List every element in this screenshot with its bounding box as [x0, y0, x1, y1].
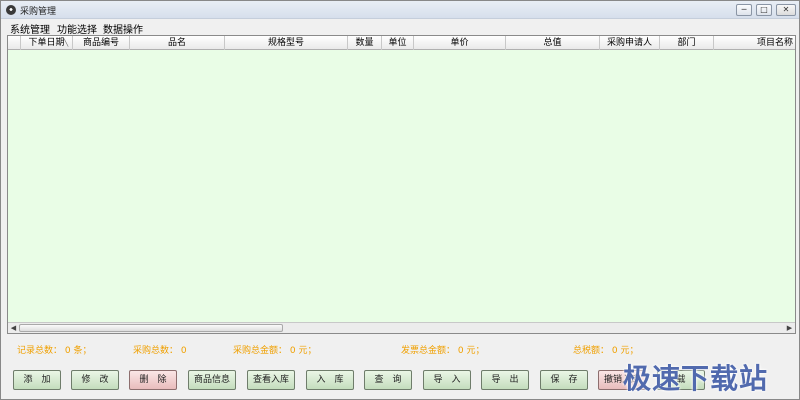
- window-title: 采购管理: [20, 7, 57, 17]
- app-window: 采购管理 ─ □ ✕ 系统管理 功能选择 数据操作 下单日期 ╲ 商品编号 品名…: [0, 0, 800, 400]
- delete-button[interactable]: 删 除: [129, 370, 177, 390]
- column-header-department[interactable]: 部门: [660, 36, 714, 50]
- purchase-total-text: 采购总数： 0: [133, 346, 187, 356]
- column-header-unit[interactable]: 单位: [382, 36, 414, 50]
- sort-indicator-icon: ╲: [64, 39, 69, 47]
- stock-in-button[interactable]: 入 库: [306, 370, 354, 390]
- import-button[interactable]: 导 入: [423, 370, 471, 390]
- record-count-text: 记录总数： 0 条；: [17, 346, 92, 356]
- query-button[interactable]: 查 询: [364, 370, 412, 390]
- edit-button[interactable]: 修 改: [71, 370, 119, 390]
- invoice-amount-text: 发票总金额： 0 元；: [401, 346, 485, 356]
- add-button[interactable]: 添 加: [13, 370, 61, 390]
- watermark-logo: 极速下载站: [623, 362, 769, 395]
- tax-total-text: 总税额： 0 元；: [573, 346, 639, 356]
- column-header-requester[interactable]: 采购申请人: [600, 36, 660, 50]
- column-header-spec-model[interactable]: 规格型号: [225, 36, 348, 50]
- column-header-total-value[interactable]: 总值: [506, 36, 600, 50]
- close-button[interactable]: ✕: [776, 4, 796, 16]
- column-header-product-name[interactable]: 品名: [130, 36, 225, 50]
- export-button[interactable]: 导 出: [481, 370, 529, 390]
- horizontal-scrollbar[interactable]: ◀ ▶: [8, 322, 795, 333]
- column-header-product-code[interactable]: 商品编号: [73, 36, 130, 50]
- menu-function-select[interactable]: 功能选择: [57, 21, 97, 36]
- view-stock-in-button[interactable]: 查看入库: [247, 370, 295, 390]
- maximize-button[interactable]: □: [756, 4, 772, 16]
- menu-bar: 系统管理 功能选择 数据操作: [1, 19, 799, 36]
- product-info-button[interactable]: 商品信息: [188, 370, 236, 390]
- scroll-right-icon[interactable]: ▶: [784, 323, 795, 333]
- title-bar: 采购管理 ─ □ ✕: [1, 1, 799, 19]
- row-selector-header: [8, 36, 21, 50]
- scrollbar-thumb[interactable]: [19, 324, 283, 332]
- column-header-project-name[interactable]: 项目名称: [714, 36, 795, 50]
- menu-data-operation[interactable]: 数据操作: [103, 21, 143, 36]
- column-header-quantity[interactable]: 数量: [348, 36, 382, 50]
- column-header-unit-price[interactable]: 单价: [414, 36, 506, 50]
- menu-system-management[interactable]: 系统管理: [10, 21, 50, 36]
- purchase-table[interactable]: 下单日期 ╲ 商品编号 品名 规格型号 数量 单位 单价 总值 采购申请人 部门…: [7, 35, 796, 334]
- purchase-amount-text: 采购总金额： 0 元；: [233, 346, 317, 356]
- app-icon: [6, 5, 16, 15]
- minimize-button[interactable]: ─: [736, 4, 752, 16]
- scroll-left-icon[interactable]: ◀: [8, 323, 19, 333]
- table-header: 下单日期 ╲ 商品编号 品名 规格型号 数量 单位 单价 总值 采购申请人 部门…: [8, 36, 795, 50]
- save-button[interactable]: 保 存: [540, 370, 588, 390]
